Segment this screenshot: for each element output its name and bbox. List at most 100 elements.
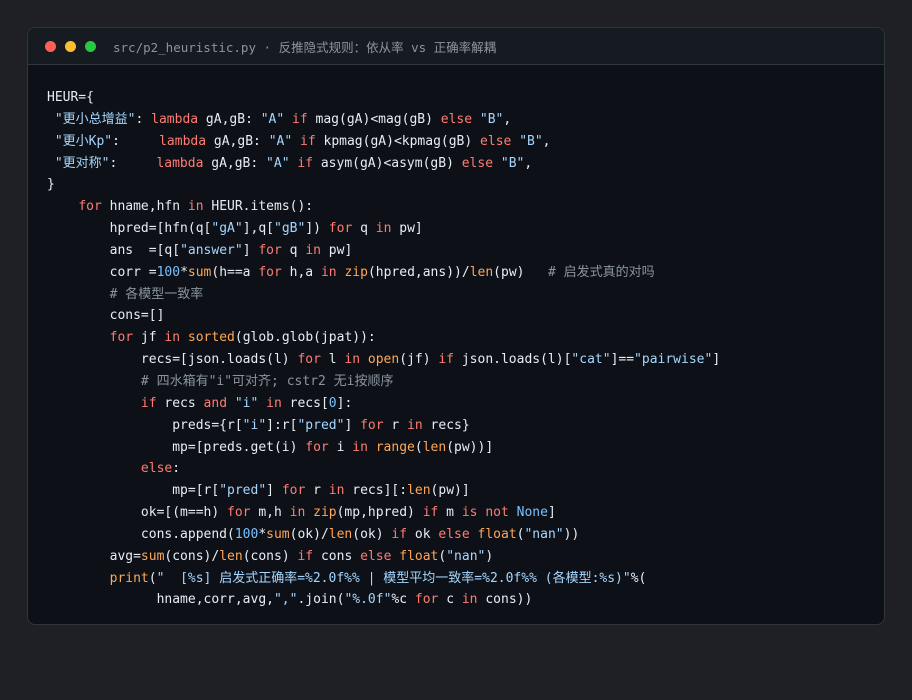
code-token: (h==a	[211, 264, 259, 280]
code-token: recs][:	[344, 483, 408, 499]
code-token: recs	[156, 395, 204, 411]
code-token: h,a	[281, 264, 321, 280]
code-token: HEUR.items():	[203, 199, 314, 215]
code-token: (cons)/	[164, 548, 220, 564]
code-token: r	[383, 417, 408, 433]
code-token: json.loads(l)[	[454, 352, 572, 368]
code-token: len	[328, 526, 353, 542]
code-line: if recs and "i" in recs[0]:	[47, 393, 720, 415]
close-button[interactable]	[45, 40, 56, 52]
code-token: if	[297, 548, 314, 564]
code-token: m,h	[250, 505, 290, 521]
code-token: "A"	[266, 155, 290, 171]
code-line: print(" [%s] 启发式正确率=%2.0f%% | 模型平均一致率=%2…	[47, 568, 720, 590]
code-token: and	[203, 395, 228, 411]
code-token: q	[352, 221, 376, 237]
code-token: (mp,hpred)	[336, 505, 423, 521]
code-token: is not	[461, 505, 509, 521]
code-token: for	[305, 439, 329, 455]
code-token: (	[148, 570, 157, 586]
code-token: mag(gA)<mag(gB)	[307, 111, 441, 127]
code-token: 0	[328, 395, 337, 411]
code-token: for	[414, 592, 439, 608]
code-token: q	[281, 242, 306, 258]
code-token: "gA"	[211, 221, 243, 237]
code-token: lambda	[151, 111, 199, 127]
code-token: 100	[234, 526, 259, 542]
code-token: ]	[547, 505, 556, 521]
code-line: "更小Kp": lambda gA,gB: "A" if kpmag(gA)<k…	[47, 131, 720, 153]
code-token: # 四水箱有"i"可对齐; cstr2 无i按顺序	[140, 373, 394, 389]
code-token: l	[320, 352, 345, 368]
code-token: ]	[242, 242, 259, 258]
minimize-button[interactable]	[65, 40, 76, 52]
code-token: :	[109, 155, 157, 171]
code-token: ])	[305, 221, 329, 237]
code-token: for	[360, 417, 384, 433]
code-editor[interactable]: HEUR={ "更小总增益": lambda gA,gB: "A" if mag…	[47, 87, 720, 611]
code-token: in	[352, 439, 368, 455]
zoom-button[interactable]	[85, 40, 96, 52]
code-token: hname,corr,avg,	[47, 592, 274, 608]
code-token: "answer"	[180, 242, 243, 258]
code-token: ,	[503, 111, 512, 127]
code-token: *	[258, 526, 267, 542]
code-token: in	[320, 264, 337, 280]
code-line: avg=sum(cons)/len(cons) if cons else flo…	[47, 546, 720, 568]
code-token: if	[140, 395, 157, 411]
code-token: for	[78, 199, 102, 215]
code-token: jf	[133, 330, 165, 346]
code-token: :	[172, 461, 181, 477]
code-token: (	[414, 439, 423, 455]
code-token: print	[109, 570, 149, 586]
code-token: sum	[140, 548, 165, 564]
code-token: "%.0f"	[344, 592, 392, 608]
code-token: *	[180, 264, 188, 280]
code-token: if	[297, 155, 314, 171]
code-token: (pw)	[493, 264, 548, 280]
code-token: "pred"	[219, 483, 267, 499]
code-token: "nan"	[446, 548, 486, 564]
code-token: in	[305, 242, 321, 258]
code-line: # 各模型一致率	[47, 284, 720, 306]
code-token: )	[485, 548, 494, 564]
code-token: else	[461, 155, 494, 171]
code-token: pw]	[391, 221, 423, 237]
code-token: }	[47, 177, 55, 193]
code-token: "i"	[234, 395, 259, 411]
code-token: ","	[273, 592, 298, 608]
code-token: gA,gB:	[203, 155, 267, 171]
code-token: in	[328, 483, 345, 499]
code-token: %(	[630, 570, 647, 586]
code-line: cons=[]	[47, 305, 720, 327]
code-token: ok=[(m==h)	[47, 505, 228, 521]
code-token: in	[375, 221, 392, 237]
code-line: "更对称": lambda gA,gB: "A" if asym(gA)<asy…	[47, 153, 720, 175]
code-token: %c	[391, 592, 415, 608]
code-token: # 启发式真的对吗	[547, 264, 655, 280]
code-token: None	[516, 505, 548, 521]
code-line: ans =[q["answer"] for q in pw]	[47, 240, 720, 262]
code-token: in	[266, 395, 282, 411]
code-token: :	[112, 133, 160, 149]
code-token: avg=	[47, 548, 141, 564]
code-token: for	[258, 264, 282, 280]
code-token: # 各模型一致率	[109, 286, 204, 302]
code-token: cons	[313, 548, 361, 564]
code-token: in	[461, 592, 478, 608]
code-token: ans =[q[	[47, 242, 181, 258]
code-token: hpred=[hfn(q[	[47, 221, 212, 237]
code-token: for	[227, 505, 251, 521]
code-token: corr =	[47, 264, 157, 280]
code-line: recs=[json.loads(l) for l in open(jf) if…	[47, 349, 720, 371]
code-token: "B"	[479, 111, 504, 127]
code-token: cons.append(	[47, 526, 235, 542]
code-token: ]==	[610, 352, 635, 368]
